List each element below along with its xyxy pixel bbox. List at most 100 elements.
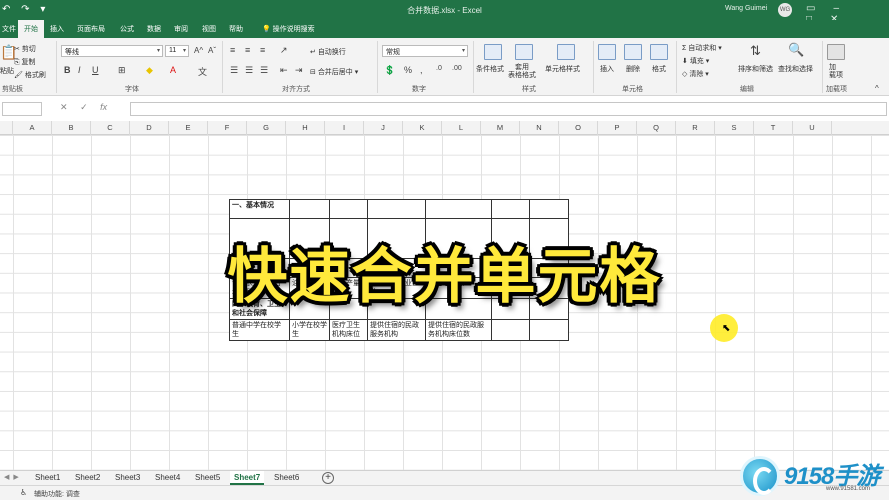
table-cell[interactable]: 提供住宿的民政服务机构 bbox=[367, 319, 426, 341]
column-header[interactable]: Q bbox=[637, 121, 676, 135]
tab-view[interactable]: 视图 bbox=[202, 24, 216, 34]
status-text[interactable]: 辅助功能: 调查 bbox=[34, 489, 80, 499]
table-cell[interactable]: 提供住宿的民政服务机构床位数 bbox=[425, 319, 492, 341]
increase-decimal-icon[interactable]: .0 bbox=[436, 65, 442, 72]
align-top-icon[interactable]: ≡ bbox=[230, 45, 235, 55]
font-color-icon[interactable]: A bbox=[170, 65, 176, 75]
bold-icon[interactable]: B bbox=[64, 65, 71, 75]
column-header[interactable]: I bbox=[325, 121, 364, 135]
enter-icon[interactable]: ✓ bbox=[80, 102, 88, 112]
currency-icon[interactable]: 💲 bbox=[384, 65, 395, 76]
add-sheet-button[interactable]: + bbox=[322, 472, 334, 484]
tab-page-layout[interactable]: 页面布局 bbox=[77, 24, 105, 34]
table-cell[interactable] bbox=[329, 199, 368, 219]
italic-icon[interactable]: I bbox=[78, 65, 81, 75]
column-header[interactable]: P bbox=[598, 121, 637, 135]
column-header[interactable]: R bbox=[676, 121, 715, 135]
tab-data[interactable]: 数据 bbox=[147, 24, 161, 34]
tab-review[interactable]: 审阅 bbox=[174, 24, 188, 34]
cancel-icon[interactable]: ✕ bbox=[60, 102, 68, 112]
align-left-icon[interactable]: ☰ bbox=[230, 65, 238, 76]
indent-icon[interactable]: ⇤ bbox=[280, 65, 288, 76]
font-size-select[interactable]: 11 bbox=[165, 45, 189, 57]
orientation-icon[interactable]: ↗ bbox=[280, 45, 288, 56]
column-header[interactable]: K bbox=[403, 121, 442, 135]
table-cell[interactable] bbox=[529, 199, 569, 219]
table-cell[interactable] bbox=[529, 319, 569, 341]
add-ins-button[interactable]: 加 载项 bbox=[829, 64, 843, 80]
column-header[interactable]: T bbox=[754, 121, 793, 135]
align-bottom-icon[interactable]: ≡ bbox=[260, 45, 265, 55]
outdent-icon[interactable]: ⇥ bbox=[295, 65, 303, 76]
column-header[interactable]: S bbox=[715, 121, 754, 135]
find-select-button[interactable]: 查找和选择 bbox=[778, 64, 813, 74]
column-header[interactable]: C bbox=[91, 121, 130, 135]
collapse-ribbon-icon[interactable]: ^ bbox=[875, 84, 879, 93]
merge-center-button[interactable]: ⊟ 合并后居中 ▾ bbox=[310, 67, 358, 77]
conditional-format-icon[interactable] bbox=[484, 44, 502, 60]
accessibility-icon[interactable]: ♿ bbox=[20, 488, 27, 497]
table-cell[interactable] bbox=[289, 199, 330, 219]
column-header[interactable]: J bbox=[364, 121, 403, 135]
table-cell[interactable] bbox=[367, 199, 426, 219]
fill-button[interactable]: ⬇ 填充 ▾ bbox=[682, 56, 709, 66]
table-cell[interactable]: 小学在校学生 bbox=[289, 319, 330, 341]
cut-button[interactable]: ✂ 剪切 bbox=[14, 44, 36, 54]
column-header[interactable]: D bbox=[130, 121, 169, 135]
sheet-tab[interactable]: Sheet2 bbox=[71, 471, 104, 485]
decrease-decimal-icon[interactable]: .00 bbox=[452, 65, 462, 72]
add-ins-icon[interactable] bbox=[827, 44, 845, 60]
autosum-button[interactable]: Σ 自动求和 ▾ bbox=[682, 43, 722, 53]
sheet-nav-arrows[interactable]: ◀▶ bbox=[4, 473, 23, 481]
shrink-font-icon[interactable]: Aˇ bbox=[208, 46, 216, 55]
sheet-tab[interactable]: Sheet3 bbox=[111, 471, 144, 485]
name-box[interactable] bbox=[2, 102, 42, 116]
column-header[interactable]: M bbox=[481, 121, 520, 135]
format-cells-icon[interactable] bbox=[650, 44, 668, 60]
column-header[interactable]: F bbox=[208, 121, 247, 135]
number-format-select[interactable]: 常规 bbox=[382, 45, 468, 57]
sort-filter-button[interactable]: 排序和筛选 bbox=[738, 64, 773, 74]
tab-insert[interactable]: 插入 bbox=[50, 24, 64, 34]
clear-button[interactable]: ◇ 清除 ▾ bbox=[682, 69, 709, 79]
sheet-tab[interactable]: Sheet5 bbox=[191, 471, 224, 485]
column-header[interactable]: E bbox=[169, 121, 208, 135]
wrap-text-button[interactable]: ↵ 自动换行 bbox=[310, 47, 346, 57]
font-name-select[interactable]: 等线 bbox=[61, 45, 163, 57]
format-painter-button[interactable]: 🖌 格式刷 bbox=[14, 70, 46, 80]
delete-cells-icon[interactable] bbox=[624, 44, 642, 60]
align-middle-icon[interactable]: ≡ bbox=[245, 45, 250, 55]
comma-icon[interactable]: , bbox=[420, 65, 423, 75]
table-cell[interactable] bbox=[425, 199, 492, 219]
column-header[interactable]: A bbox=[13, 121, 52, 135]
format-as-table-button[interactable]: 套用 表格格式 bbox=[508, 64, 536, 80]
sheet-tab[interactable]: Sheet4 bbox=[151, 471, 184, 485]
cell-styles-icon[interactable] bbox=[557, 44, 575, 60]
column-header[interactable]: U bbox=[793, 121, 832, 135]
tab-formulas[interactable]: 公式 bbox=[120, 24, 134, 34]
insert-function-button[interactable]: fx bbox=[100, 102, 107, 112]
fill-color-icon[interactable]: ◆ bbox=[146, 65, 153, 76]
align-center-icon[interactable]: ☰ bbox=[245, 65, 253, 76]
user-name[interactable]: Wang Guimei bbox=[725, 5, 767, 12]
column-header[interactable]: H bbox=[286, 121, 325, 135]
column-header[interactable]: B bbox=[52, 121, 91, 135]
underline-icon[interactable]: U bbox=[92, 65, 99, 75]
cell-section-basic[interactable]: 一、基本情况 bbox=[229, 199, 290, 219]
cell-styles-button[interactable]: 单元格样式 bbox=[545, 64, 580, 74]
sheet-tab[interactable]: Sheet1 bbox=[31, 471, 64, 485]
tab-file[interactable]: 文件 bbox=[2, 24, 16, 34]
insert-cells-icon[interactable] bbox=[598, 44, 616, 60]
align-right-icon[interactable]: ☰ bbox=[260, 65, 268, 76]
percent-icon[interactable]: % bbox=[404, 65, 412, 75]
select-all-corner[interactable] bbox=[0, 121, 13, 135]
table-cell[interactable]: 普通中学在校学生 bbox=[229, 319, 290, 341]
phonetic-icon[interactable]: 文 bbox=[198, 65, 207, 78]
table-cell[interactable]: 医疗卫生机构床位 bbox=[329, 319, 368, 341]
formula-input[interactable] bbox=[130, 102, 887, 116]
column-header[interactable]: O bbox=[559, 121, 598, 135]
paste-button[interactable]: 粘贴 bbox=[0, 66, 14, 76]
tell-me-search[interactable]: 💡 操作说明搜索 bbox=[262, 24, 315, 34]
avatar[interactable]: WG bbox=[778, 3, 792, 17]
tab-help[interactable]: 帮助 bbox=[229, 24, 243, 34]
